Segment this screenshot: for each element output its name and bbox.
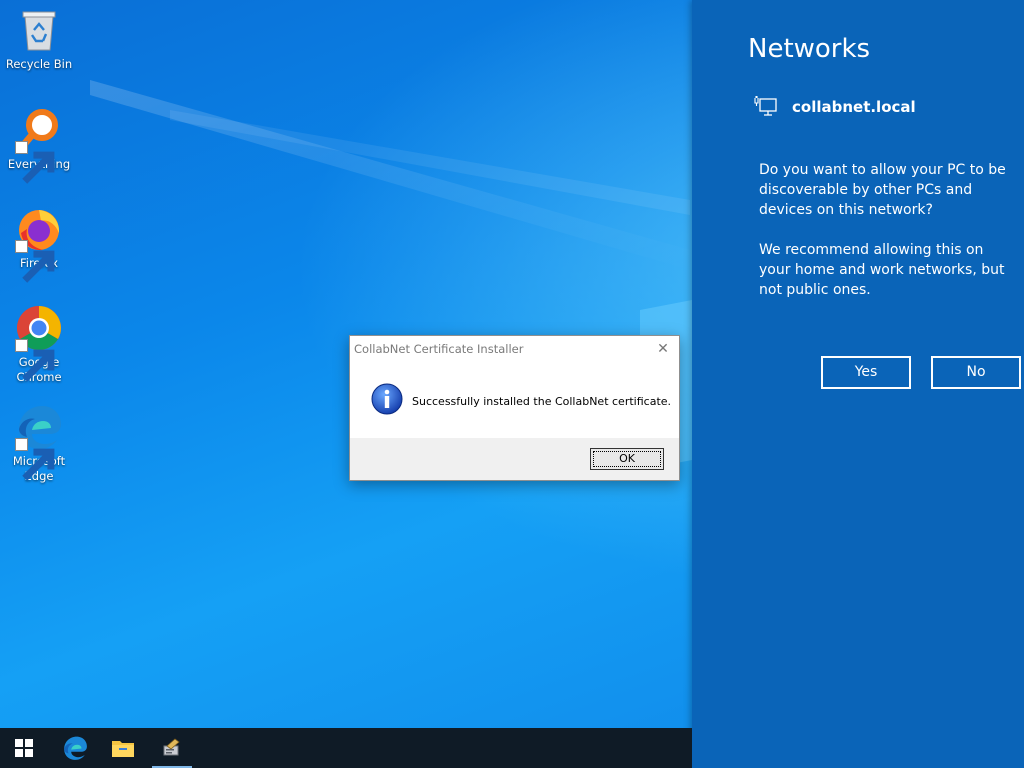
desktop-icon-recycle-bin[interactable]: Recycle Bin [1, 6, 77, 72]
dialog-message: Successfully installed the CollabNet cer… [412, 395, 672, 408]
taskbar-file-explorer[interactable] [99, 728, 147, 768]
certificate-installer-dialog: CollabNet Certificate Installer ✕ Succes… [349, 335, 680, 481]
shortcut-arrow-icon [15, 141, 55, 184]
taskbar-certificate-installer[interactable] [148, 728, 196, 768]
yes-button[interactable]: Yes [821, 356, 911, 389]
taskbar-edge[interactable] [51, 728, 99, 768]
shortcut-arrow-icon [15, 240, 55, 283]
panel-title: Networks [748, 34, 871, 64]
start-button[interactable] [0, 728, 48, 768]
shortcut-arrow-icon [15, 438, 55, 481]
desktop-icon-google-chrome[interactable]: Google Chrome [1, 304, 77, 385]
file-explorer-icon [112, 741, 134, 757]
dialog-titlebar[interactable]: CollabNet Certificate Installer ✕ [350, 336, 679, 362]
ethernet-network-icon [754, 96, 777, 116]
desktop-icon-everything[interactable]: Everything [1, 106, 77, 184]
ok-button[interactable]: OK [590, 448, 664, 470]
no-button[interactable]: No [931, 356, 1021, 389]
network-name: collabnet.local [792, 98, 916, 116]
desktop-icon-label: Recycle Bin [5, 57, 73, 71]
dialog-title: CollabNet Certificate Installer [354, 342, 524, 356]
desktop-screen: Recycle Bin Everything Firefox Google Ch… [0, 0, 1024, 768]
discoverable-recommendation: We recommend allowing this on your home … [759, 242, 1005, 298]
network-entry: collabnet.local [754, 94, 916, 120]
desktop-icon-microsoft-edge[interactable]: Microsoft Edge [1, 403, 77, 484]
windows-start-icon [15, 739, 33, 757]
discoverable-question: Do you want to allow your PC to be disco… [759, 162, 1006, 218]
recycle-bin-icon [22, 11, 56, 51]
network-discovery-panel: Networks collabnet.local Do you want to … [692, 0, 1024, 768]
shortcut-arrow-icon [15, 339, 55, 382]
info-icon [371, 383, 403, 415]
edge-icon [64, 736, 87, 760]
dialog-footer: OK [350, 438, 679, 480]
desktop-icon-firefox[interactable]: Firefox [1, 205, 77, 283]
close-icon[interactable]: ✕ [653, 340, 673, 358]
certificate-installer-icon [163, 738, 180, 756]
taskbar [0, 728, 692, 768]
